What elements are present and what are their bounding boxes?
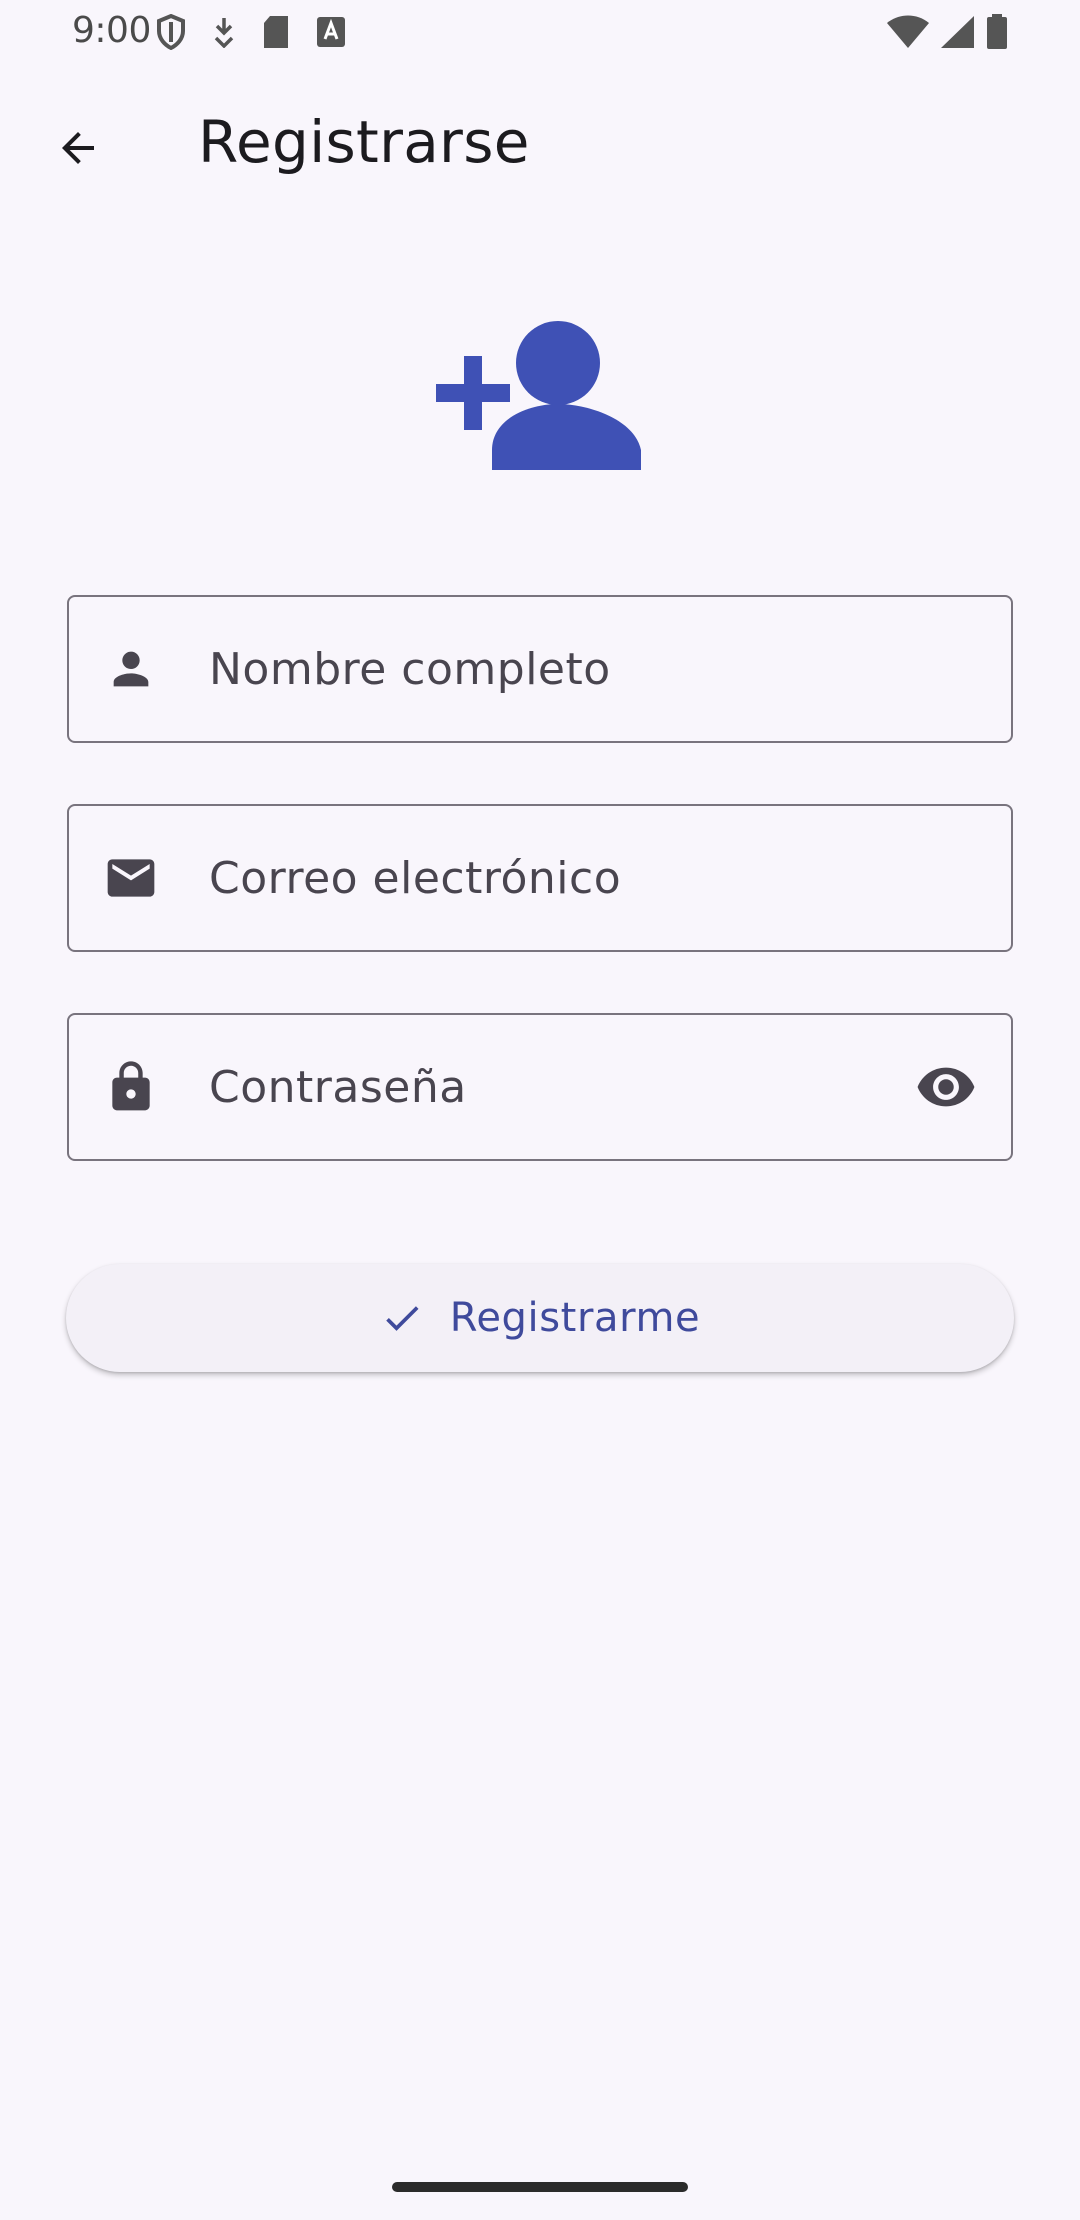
register-button[interactable]: Registrarme: [66, 1264, 1014, 1372]
shield-icon: [157, 14, 185, 50]
battery-icon: [987, 14, 1007, 49]
lock-icon: [101, 1057, 161, 1117]
back-button[interactable]: [40, 110, 116, 186]
password-input[interactable]: [209, 1015, 901, 1159]
arrow-back-icon: [62, 132, 94, 164]
name-input[interactable]: [209, 597, 901, 741]
cell-signal-icon: [941, 16, 974, 48]
mail-icon: [101, 848, 161, 908]
keyboard-a-icon: [317, 17, 345, 47]
status-left-icons: [156, 14, 346, 50]
email-field[interactable]: [67, 804, 1013, 952]
email-input[interactable]: [209, 806, 901, 950]
status-time: 9:00: [72, 10, 151, 51]
person-icon: [101, 639, 161, 699]
person-add-icon: [436, 320, 644, 470]
app-bar: Registrarse: [0, 80, 1080, 204]
status-bar: 9:00: [0, 0, 1080, 64]
wifi-icon: [887, 15, 929, 48]
sd-card-icon: [264, 16, 288, 48]
page-title: Registrarse: [198, 108, 530, 176]
eye-icon[interactable]: [911, 1052, 981, 1122]
check-icon: [385, 1306, 419, 1331]
home-indicator[interactable]: [392, 2182, 688, 2192]
download-icon: [214, 18, 234, 48]
name-field[interactable]: [67, 595, 1013, 743]
password-field[interactable]: [67, 1013, 1013, 1161]
status-right-icons: [886, 14, 1008, 50]
register-button-label: Registrarme: [449, 1295, 701, 1341]
